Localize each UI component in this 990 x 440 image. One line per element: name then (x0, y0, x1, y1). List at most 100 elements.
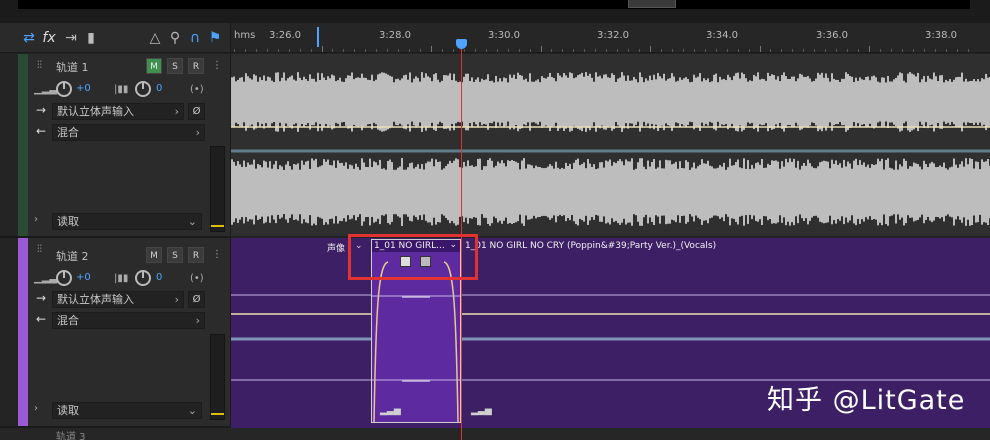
pan-knob[interactable] (135, 270, 151, 286)
waveform-sample (549, 164, 551, 220)
record-arm-icon[interactable]: ⚲ (166, 29, 184, 47)
volume-value[interactable]: +0 (76, 83, 91, 94)
mute-button[interactable]: M (146, 58, 162, 74)
waveform-sample (375, 162, 377, 222)
waveform-sample (269, 161, 271, 223)
waveform-sample (457, 82, 459, 122)
track-name[interactable]: 轨道 2 (56, 248, 89, 264)
waveform-sample (679, 77, 681, 127)
overview-scroll-track[interactable] (18, 0, 970, 9)
record-button[interactable]: R (188, 58, 204, 74)
waveform-sample (765, 167, 767, 217)
waveform-sample (823, 77, 825, 127)
waveform-sample (447, 163, 449, 221)
output-select[interactable]: 混合 › (52, 312, 205, 329)
waveform-sample (275, 160, 277, 224)
waveform-sample (853, 160, 855, 224)
automation-select[interactable]: 读取 ⌄ (52, 213, 202, 230)
waveform-sample (685, 160, 687, 224)
waveform-sample (969, 80, 971, 124)
metronome-icon[interactable]: △ (146, 29, 164, 47)
waveform-sample (497, 161, 499, 223)
waveform-sample (569, 163, 571, 221)
waveform-sample (947, 81, 949, 123)
track-name[interactable]: 轨道 1 (56, 59, 89, 75)
ruler-tick (617, 49, 619, 52)
waveform-sample (671, 73, 673, 131)
waveform-sample (425, 163, 427, 221)
volume-knob[interactable] (56, 270, 72, 286)
waveform-sample (471, 165, 473, 219)
waveform-sample (567, 77, 569, 127)
volume-value[interactable]: +0 (76, 272, 91, 283)
waveform-sample (973, 168, 975, 216)
clip-volume-icon[interactable]: ▂▃▅ (471, 406, 492, 416)
volume-knob[interactable] (56, 81, 72, 97)
waveform-sample (789, 78, 791, 126)
waveform-sample (977, 79, 979, 125)
waveform-sample (985, 161, 987, 223)
waveform-sample (593, 81, 595, 123)
waveform-sample (789, 158, 791, 226)
waveform-sample (525, 168, 527, 216)
loop-start-marker[interactable] (317, 27, 319, 47)
waveform-sample (359, 169, 361, 215)
waveform-sample (951, 166, 953, 218)
solo-button[interactable]: S (167, 58, 183, 74)
waveform-sample (395, 169, 397, 215)
stereo-icon[interactable]: (•) (190, 84, 204, 95)
chevron-down-icon: ⌄ (187, 404, 197, 417)
track-menu-icon[interactable]: ⋮ (212, 60, 222, 71)
waveform-sample (337, 80, 339, 124)
headphones-icon[interactable]: ∩ (186, 29, 204, 47)
swap-icon[interactable]: ⇄ (20, 29, 38, 47)
waveform-sample (355, 77, 357, 127)
pan-value[interactable]: 0 (156, 83, 162, 94)
waveform-sample (539, 82, 541, 122)
waveform-sample (259, 164, 261, 220)
waveform-sample (571, 168, 573, 216)
marker-icon[interactable]: ⚑ (206, 29, 224, 47)
meter-bars-icon[interactable]: ▮ (82, 29, 100, 47)
phase-invert-button[interactable]: Ø (188, 103, 205, 120)
waveform-sample (741, 72, 743, 132)
phase-invert-button[interactable]: Ø (188, 291, 205, 308)
waveform-sample (769, 75, 771, 129)
timeline-ruler[interactable]: hms 3:26.0 3:28.0 3:30.0 3:32.0 3:34.0 3… (231, 23, 990, 53)
clip-full-name: 1_01 NO GIRL NO CRY (Poppin&#39;Party Ve… (465, 241, 717, 251)
output-select[interactable]: 混合 › (52, 124, 205, 141)
waveform-sample (681, 79, 683, 125)
routing-icon[interactable]: ⇥ (62, 29, 80, 47)
track-lane-1[interactable] (231, 54, 990, 236)
stereo-icon[interactable]: (•) (190, 273, 204, 284)
waveform-sample (483, 80, 485, 124)
waveform-sample (237, 161, 239, 223)
ruler-tick (792, 49, 794, 52)
input-select[interactable]: 默认立体声输入 › (52, 291, 184, 308)
fx-icon[interactable]: fx (40, 29, 58, 47)
expand-icon[interactable]: › (34, 403, 38, 414)
waveform-sample (695, 77, 697, 127)
record-button[interactable]: R (188, 247, 204, 263)
waveform-sample (419, 168, 421, 216)
solo-button[interactable]: S (167, 247, 183, 263)
waveform-sample (551, 165, 553, 219)
overview-scroll-handle[interactable] (628, 0, 676, 8)
waveform-sample (765, 80, 767, 124)
waveform-sample (381, 72, 383, 132)
track-menu-icon[interactable]: ⋮ (212, 249, 222, 260)
waveform-sample (383, 168, 385, 216)
waveform-sample (863, 79, 865, 125)
waveform-sample (279, 81, 281, 123)
clip-volume-icon[interactable]: ▂▃▅ (380, 406, 401, 416)
input-select[interactable]: 默认立体声输入 › (52, 103, 184, 120)
waveform-sample (403, 169, 405, 215)
automation-select[interactable]: 读取 ⌄ (52, 402, 202, 419)
waveform-sample (775, 79, 777, 125)
pan-value[interactable]: 0 (156, 272, 162, 283)
waveform-sample (755, 76, 757, 128)
mute-button[interactable]: M (146, 247, 162, 263)
expand-icon[interactable]: › (34, 214, 38, 225)
pan-knob[interactable] (135, 81, 151, 97)
waveform-sample (395, 79, 397, 125)
